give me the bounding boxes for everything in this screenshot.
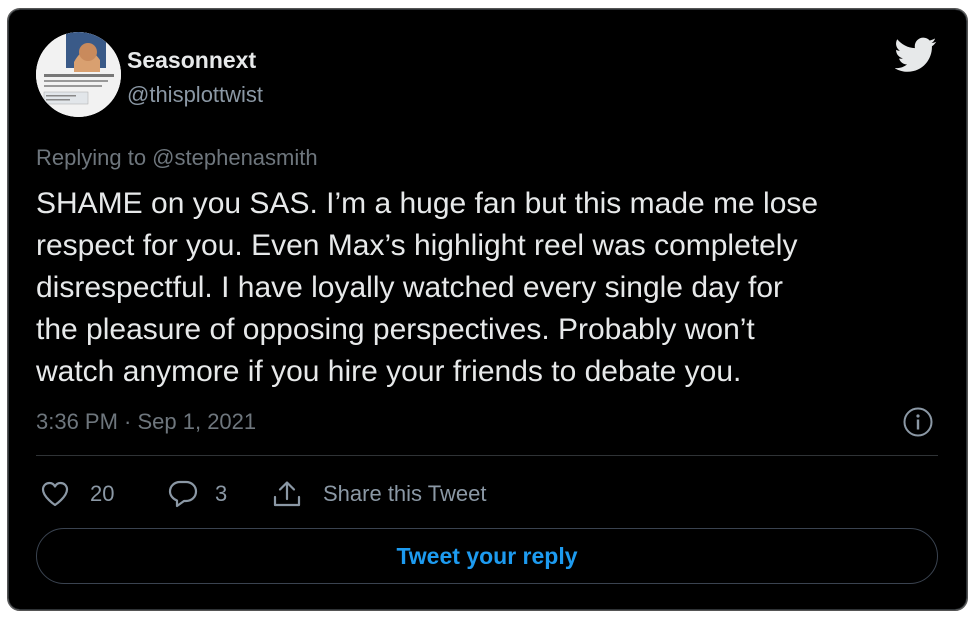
avatar[interactable] xyxy=(36,32,121,117)
tweet-card: Seasonnext @thisplottwist Replying to @s… xyxy=(7,8,968,611)
like-button[interactable]: 20 xyxy=(40,478,114,510)
tweet-text: SHAME on you SAS. I’m a huge fan but thi… xyxy=(36,183,951,393)
tweet-timestamp[interactable]: 3:36 PM · Sep 1, 2021 xyxy=(36,409,256,435)
reply-action-button[interactable]: 3 xyxy=(167,478,227,510)
share-upload-icon xyxy=(273,481,301,507)
user-handle[interactable]: @thisplottwist xyxy=(127,82,263,108)
replying-to: Replying to @stephenasmith xyxy=(36,145,318,170)
heart-icon xyxy=(41,481,69,507)
display-name[interactable]: Seasonnext xyxy=(127,47,256,74)
reply-count: 3 xyxy=(215,481,228,506)
tweet-text-line: watch anymore if you hire your friends t… xyxy=(36,355,742,388)
twitter-bird-icon[interactable] xyxy=(895,37,937,73)
share-button[interactable]: Share this Tweet xyxy=(271,478,486,510)
share-label: Share this Tweet xyxy=(323,481,487,506)
speech-bubble-icon xyxy=(168,480,198,508)
divider xyxy=(36,455,938,456)
like-count: 20 xyxy=(90,481,115,506)
tweet-text-line: SHAME on you SAS. I’m a huge fan but thi… xyxy=(36,187,819,220)
info-icon[interactable] xyxy=(902,406,934,438)
tweet-text-line: the pleasure of opposing perspectives. P… xyxy=(36,313,755,346)
tweet-text-line: respect for you. Even Max’s highlight re… xyxy=(36,229,798,262)
avatar-image xyxy=(36,32,121,117)
tweet-text-line: disrespectful. I have loyally watched ev… xyxy=(36,271,784,304)
tweet-your-reply-button[interactable]: Tweet your reply xyxy=(36,528,938,584)
